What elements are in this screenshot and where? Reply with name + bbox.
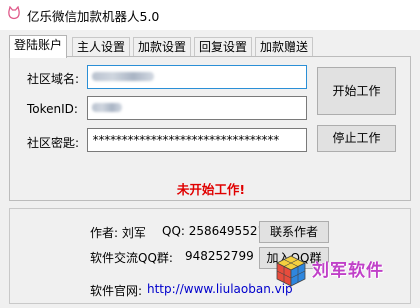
title-bar: 亿乐微信加款机器人5.0 (0, 0, 420, 30)
window-title: 亿乐微信加款机器人5.0 (27, 9, 160, 24)
secret-label: 社区密匙: (27, 136, 80, 150)
qq-group-number: 948252799 (185, 249, 254, 263)
login-panel: 社区域名: TokenID: 社区密匙: *******************… (9, 56, 411, 201)
tab-topup-gift[interactable]: 加款赠送 (255, 37, 314, 57)
domain-value-redacted (92, 72, 154, 81)
token-label: TokenID: (27, 102, 78, 116)
tab-topup-settings[interactable]: 加款设置 (133, 37, 192, 57)
tab-login-account[interactable]: 登陆账户 (9, 35, 68, 58)
watermark: 刘军软件 (272, 254, 420, 288)
rubiks-cube-icon (276, 255, 306, 287)
domain-input[interactable] (87, 65, 307, 89)
author-label: 作者: 刘军 (90, 226, 146, 240)
watermark-text: 刘军软件 (312, 261, 384, 281)
start-work-button[interactable]: 开始工作 (317, 67, 396, 115)
status-text: 未开始工作! (176, 182, 246, 197)
author-qq-label: QQ: 2586495521 (162, 224, 266, 238)
tab-bar: 登陆账户 主人设置 加款设置 回复设置 加款赠送 (9, 35, 409, 58)
contact-author-button[interactable]: 联系作者 (259, 221, 329, 243)
token-value-redacted (92, 103, 122, 112)
token-input[interactable] (87, 96, 307, 120)
tab-reply-settings[interactable]: 回复设置 (194, 37, 253, 57)
app-cat-icon (8, 6, 20, 20)
website-label: 软件官网: (90, 284, 143, 298)
qq-group-label: 软件交流QQ群: (90, 251, 173, 265)
domain-label: 社区域名: (27, 72, 80, 86)
tab-owner-settings[interactable]: 主人设置 (72, 37, 131, 57)
stop-work-button[interactable]: 停止工作 (317, 125, 396, 152)
secret-input[interactable]: ******************************** (87, 128, 307, 152)
website-link[interactable]: http://www.liulaoban.vip (147, 282, 293, 296)
